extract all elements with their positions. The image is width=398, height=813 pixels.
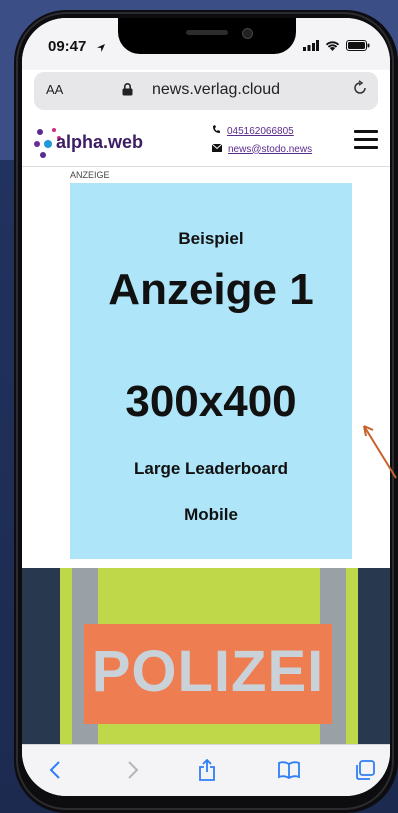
url-text[interactable]: news.verlag.cloud — [152, 81, 280, 99]
contact-phone-row[interactable]: 045162066805 — [212, 122, 312, 140]
location-icon — [96, 40, 106, 58]
ad-line-4: Large Leaderboard — [134, 459, 288, 478]
reload-icon[interactable] — [352, 80, 368, 101]
tabs-icon[interactable] — [350, 755, 380, 785]
battery-icon — [346, 38, 370, 56]
back-icon[interactable] — [40, 755, 70, 785]
front-camera — [242, 28, 253, 39]
annotation-arrow-icon — [363, 425, 397, 479]
address-bar[interactable]: AA news.verlag.cloud — [34, 72, 378, 110]
logo-text: alpha.web — [56, 132, 144, 152]
browser-toolbar — [22, 744, 390, 796]
contact-email-row[interactable]: news@stodo.news — [211, 140, 312, 158]
site-logo[interactable]: alpha.web — [34, 122, 174, 162]
forward-icon[interactable] — [118, 755, 148, 785]
ad-banner[interactable]: Beispiel Anzeige 1 300x400 Large Leaderb… — [70, 183, 352, 559]
text-size-button[interactable]: AA — [46, 82, 63, 97]
share-icon[interactable] — [192, 755, 222, 785]
status-bar: 09:47 — [22, 18, 390, 70]
contact-email[interactable]: news@stodo.news — [228, 144, 312, 155]
ad-line-5: Mobile — [184, 505, 238, 524]
email-icon — [211, 143, 223, 155]
polizei-panel: POLIZEI — [84, 624, 332, 724]
bookmarks-icon[interactable] — [274, 755, 304, 785]
ad-line-1: Beispiel — [178, 229, 244, 248]
camera-notch — [118, 18, 296, 54]
contact-info: 045162066805 news@stodo.news — [211, 122, 312, 158]
polizei-text: POLIZEI — [91, 639, 325, 704]
signal-icon — [303, 38, 319, 56]
ad-line-3: 300x400 — [125, 377, 297, 426]
site-header: alpha.web 045162066805 news@stodo.news — [22, 114, 390, 167]
article-photo[interactable]: POLIZEI — [22, 568, 390, 744]
ad-line-2: Anzeige 1 — [108, 265, 314, 314]
hamburger-menu-icon[interactable] — [354, 130, 378, 154]
phone-screen: 09:47 AA news.verlag.cloud alpha.web 045… — [22, 18, 390, 796]
ad-label: ANZEIGE — [70, 170, 110, 180]
wifi-icon — [325, 38, 340, 56]
status-time: 09:47 — [48, 38, 87, 55]
speaker — [186, 30, 228, 35]
status-icons — [303, 38, 370, 56]
contact-phone[interactable]: 045162066805 — [227, 126, 294, 137]
phone-icon — [212, 125, 221, 137]
lock-icon — [122, 83, 133, 101]
